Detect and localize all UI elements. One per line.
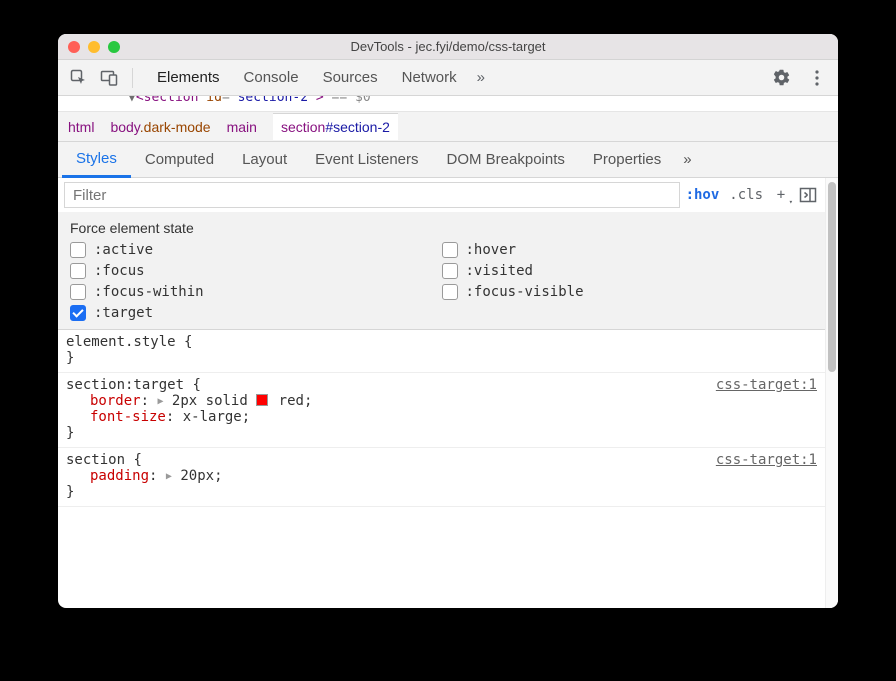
selector[interactable]: element.style xyxy=(66,334,176,350)
checkbox-icon[interactable] xyxy=(70,305,86,321)
force-state-label: :active xyxy=(94,242,153,258)
subtab-properties[interactable]: Properties xyxy=(579,142,675,177)
checkbox-icon[interactable] xyxy=(70,242,86,258)
color-swatch-icon[interactable] xyxy=(256,394,268,406)
devtools-window: DevTools - jec.fyi/demo/css-target Eleme… xyxy=(58,34,838,608)
checkbox-icon[interactable] xyxy=(70,263,86,279)
subtab-styles[interactable]: Styles xyxy=(62,142,131,178)
breadcrumb: html body.dark-mode main section#section-2 xyxy=(58,112,838,142)
disclosure-triangle-icon[interactable]: ▼ xyxy=(128,96,136,105)
toggle-hov-button[interactable]: :hov xyxy=(686,187,720,203)
force-state-target[interactable]: :target xyxy=(70,305,442,321)
force-state-label: :target xyxy=(94,305,153,321)
styles-subtabs: StylesComputedLayoutEvent ListenersDOM B… xyxy=(58,142,838,178)
force-state-focus[interactable]: :focus xyxy=(70,263,442,279)
breadcrumb-main[interactable]: main xyxy=(227,119,257,135)
breadcrumb-body[interactable]: body.dark-mode xyxy=(110,119,210,135)
main-tab-elements[interactable]: Elements xyxy=(145,60,232,96)
styles-filter-bar: :hov .cls + xyxy=(58,178,825,212)
declaration[interactable]: padding: ▶ 20px; xyxy=(66,468,817,484)
expand-shorthand-icon[interactable]: ▶ xyxy=(166,471,172,482)
force-state-visited[interactable]: :visited xyxy=(442,263,814,279)
selector[interactable]: section:target xyxy=(66,377,184,393)
window-title: DevTools - jec.fyi/demo/css-target xyxy=(58,39,838,54)
force-state-label: :focus xyxy=(94,263,145,279)
device-toggle-icon[interactable] xyxy=(98,67,120,89)
force-state-label: :focus-visible xyxy=(466,284,584,300)
declaration[interactable]: border: ▶ 2px solid red; xyxy=(66,393,817,409)
scroll-thumb[interactable] xyxy=(828,182,836,372)
separator xyxy=(132,68,133,88)
force-state-label: :focus-within xyxy=(94,284,204,300)
titlebar: DevTools - jec.fyi/demo/css-target xyxy=(58,34,838,60)
force-state-active[interactable]: :active xyxy=(70,242,442,258)
minimize-window-icon[interactable] xyxy=(88,41,100,53)
zoom-window-icon[interactable] xyxy=(108,41,120,53)
main-tab-sources[interactable]: Sources xyxy=(311,60,390,96)
scrollbar[interactable] xyxy=(825,178,838,608)
computed-sidebar-toggle-icon[interactable] xyxy=(799,186,817,204)
style-rule[interactable]: element.style {} xyxy=(58,330,825,373)
force-state-hover[interactable]: :hover xyxy=(442,242,814,258)
subtab-dom-breakpoints[interactable]: DOM Breakpoints xyxy=(433,142,579,177)
new-style-rule-icon[interactable]: + xyxy=(773,187,789,203)
checkbox-icon[interactable] xyxy=(442,263,458,279)
checkbox-icon[interactable] xyxy=(442,242,458,258)
force-state-label: :hover xyxy=(466,242,517,258)
traffic-lights xyxy=(68,41,120,53)
force-state-label: :visited xyxy=(466,263,533,279)
main-toolbar: ElementsConsoleSourcesNetwork » xyxy=(58,60,838,96)
breadcrumb-html[interactable]: html xyxy=(68,119,94,135)
expand-shorthand-icon[interactable]: ▶ xyxy=(157,396,163,407)
styles-filter-input[interactable] xyxy=(64,182,680,208)
main-tab-console[interactable]: Console xyxy=(232,60,311,96)
source-link[interactable]: css-target:1 xyxy=(716,377,817,393)
subtab-layout[interactable]: Layout xyxy=(228,142,301,177)
declaration[interactable]: font-size: x-large; xyxy=(66,409,817,425)
subtab-computed[interactable]: Computed xyxy=(131,142,228,177)
force-state-title: Force element state xyxy=(70,220,813,236)
close-window-icon[interactable] xyxy=(68,41,80,53)
dom-tree-fragment[interactable]: ▼<section id="section-2"> == $0 xyxy=(58,96,838,112)
source-link[interactable]: css-target:1 xyxy=(716,452,817,468)
style-rule[interactable]: css-target:1section:target {border: ▶ 2p… xyxy=(58,373,825,448)
selector[interactable]: section xyxy=(66,452,125,468)
force-element-state-panel: Force element state :active :hover :focus:… xyxy=(58,212,825,330)
breadcrumb-section[interactable]: section#section-2 xyxy=(273,113,398,140)
subtab-event-listeners[interactable]: Event Listeners xyxy=(301,142,432,177)
main-tab-network[interactable]: Network xyxy=(390,60,469,96)
main-tabs: ElementsConsoleSourcesNetwork xyxy=(145,60,469,96)
style-rules: element.style {} css-target:1 section:targ… xyxy=(58,330,825,608)
settings-icon[interactable] xyxy=(770,67,792,89)
style-rule[interactable]: css-target:1section {padding: ▶ 20px;} xyxy=(58,448,825,507)
toggle-classes-button[interactable]: .cls xyxy=(729,187,763,203)
force-state-focus-visible[interactable]: :focus-visible xyxy=(442,284,814,300)
checkbox-icon[interactable] xyxy=(442,284,458,300)
inspect-icon[interactable] xyxy=(68,67,90,89)
more-subtabs-icon[interactable]: » xyxy=(675,142,705,177)
checkbox-icon[interactable] xyxy=(70,284,86,300)
force-state-focus-within[interactable]: :focus-within xyxy=(70,284,442,300)
more-tabs-icon[interactable]: » xyxy=(477,69,485,86)
kebab-menu-icon[interactable] xyxy=(806,67,828,89)
